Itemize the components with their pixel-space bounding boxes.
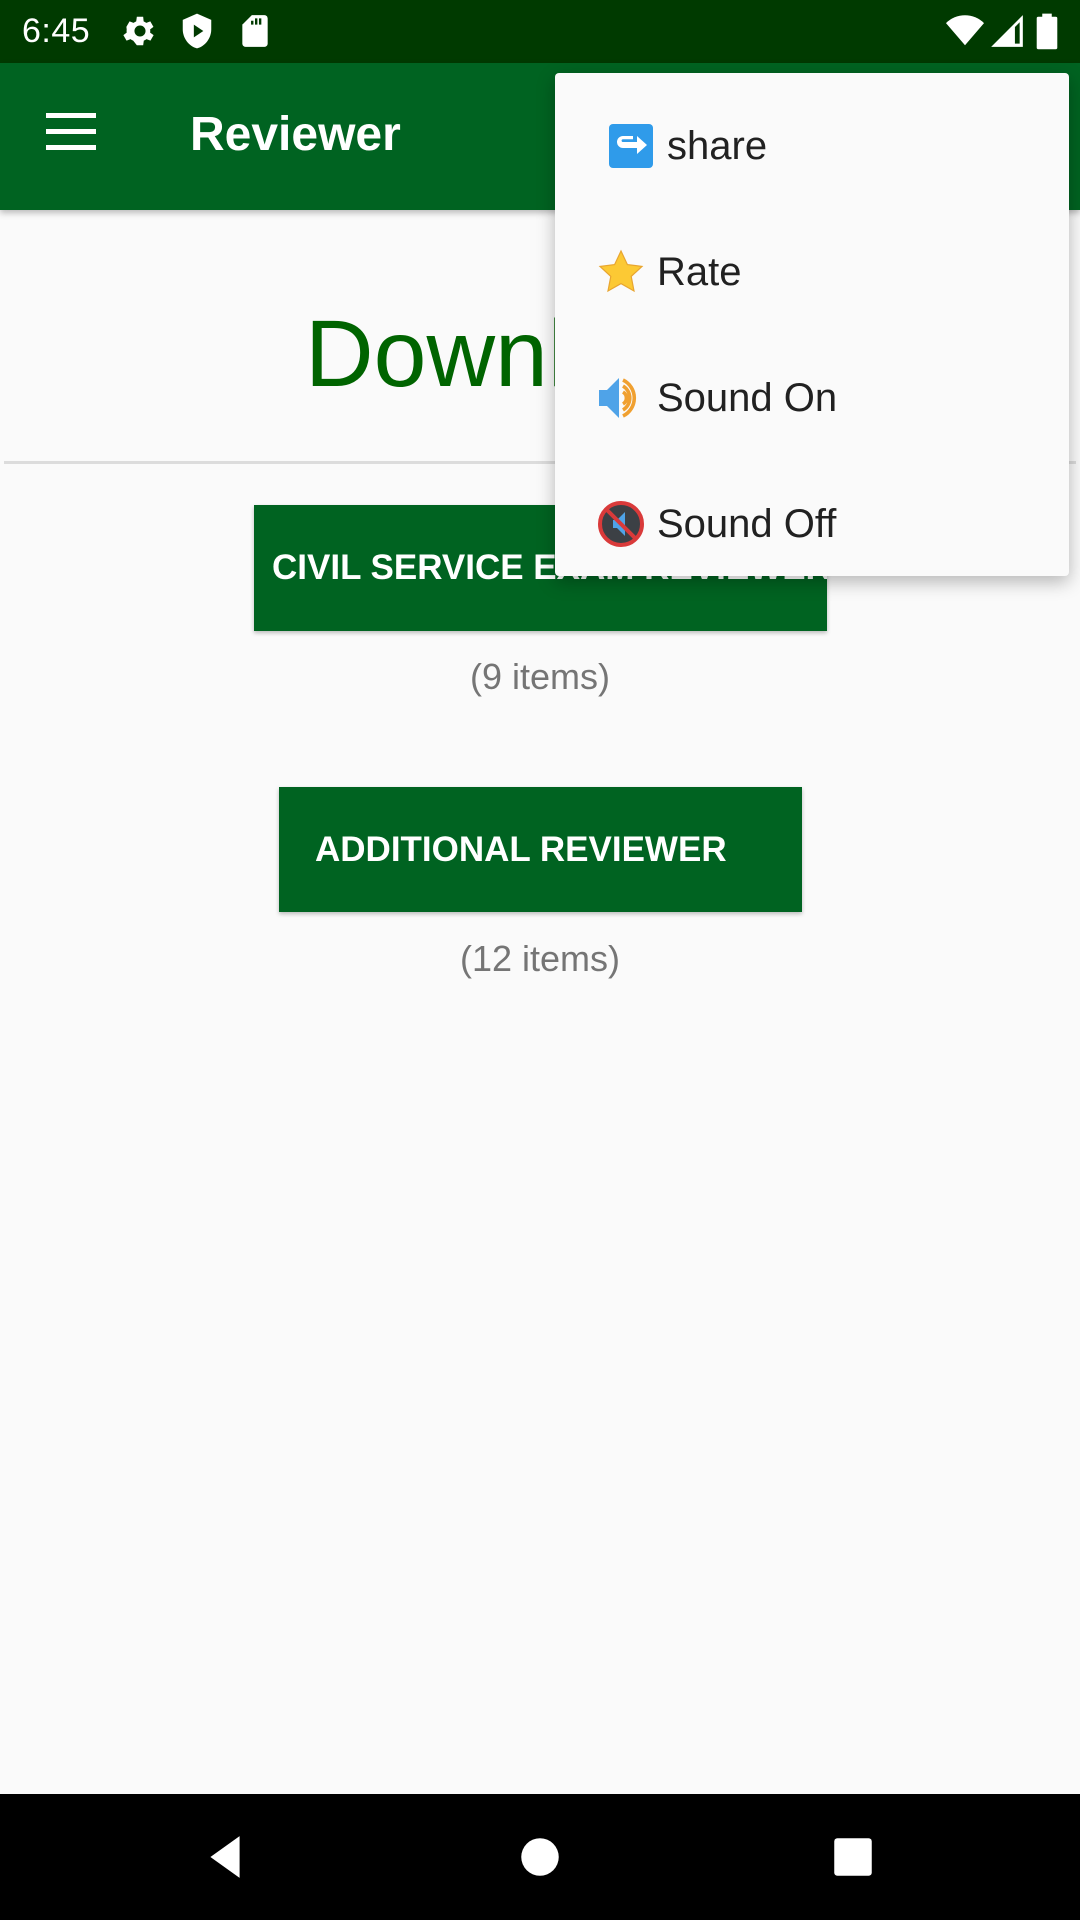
status-bar: 6:45 (0, 0, 1080, 63)
additional-reviewer-button[interactable]: ADDITIONAL REVIEWER (279, 787, 802, 912)
wifi-icon (946, 15, 984, 46)
menu-item-sound-on[interactable]: Sound On (555, 335, 1069, 461)
overflow-menu: share Rate Sound On Sound Off (555, 73, 1069, 576)
speaker-on-icon (599, 378, 637, 418)
item-count-label: (12 items) (459, 938, 621, 979)
back-icon[interactable] (200, 1832, 250, 1882)
menu-item-sound-off[interactable]: Sound Off (555, 461, 1069, 587)
menu-item-label: Sound Off (657, 501, 837, 546)
sd-card-icon (242, 15, 268, 47)
menu-item-label: share (667, 123, 768, 168)
menu-item-label: Rate (657, 249, 742, 294)
star-icon (598, 249, 644, 293)
speaker-muted-icon (598, 501, 644, 547)
menu-item-share[interactable]: share (555, 83, 1069, 209)
recents-icon[interactable] (828, 1832, 878, 1882)
gear-icon (123, 16, 154, 46)
hamburger-menu-icon[interactable] (46, 113, 96, 151)
menu-item-label: Sound On (657, 375, 838, 420)
item-count-label: (9 items) (469, 656, 610, 697)
cell-signal-icon (991, 15, 1023, 47)
battery-icon (1036, 13, 1058, 50)
shield-play-icon (182, 13, 212, 49)
home-icon[interactable] (515, 1832, 565, 1882)
status-time: 6:45 (22, 12, 91, 50)
app-title: Reviewer (190, 108, 401, 161)
menu-item-rate[interactable]: Rate (555, 209, 1069, 335)
navigation-bar (0, 1794, 1080, 1920)
share-arrow-icon (609, 124, 653, 168)
